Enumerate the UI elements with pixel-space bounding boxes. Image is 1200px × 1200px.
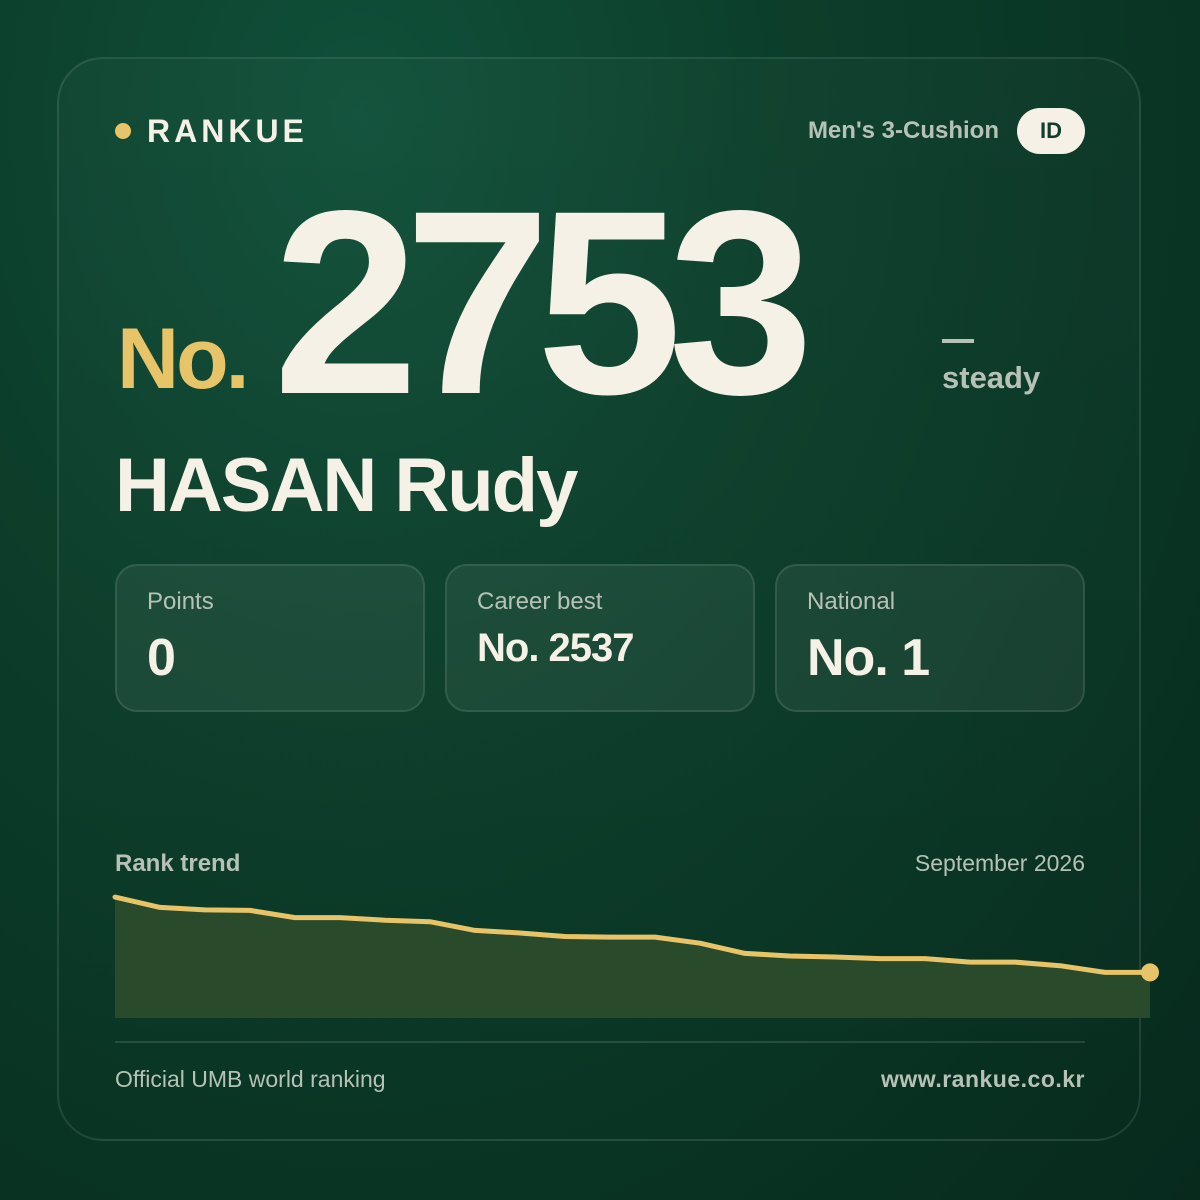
- player-name: HASAN Rudy: [115, 443, 578, 528]
- rank-trend-label: steady: [942, 360, 1041, 395]
- stat-card-national: National No. 1: [775, 564, 1085, 712]
- brand-name: RANKUE: [147, 112, 308, 149]
- stat-card-career-best: Career best No. 2537: [445, 564, 755, 712]
- stat-label: Career best: [477, 588, 603, 615]
- stats-row: Points 0 Career best No. 2537 National N…: [115, 564, 1085, 712]
- stat-label: National: [807, 588, 896, 615]
- rank-display: No. 2753 steady: [113, 172, 1093, 434]
- footer-source: Official UMB world ranking: [115, 1066, 386, 1092]
- steady-dash-icon: [942, 339, 974, 343]
- trend-header: Rank trend September 2026: [115, 850, 1085, 878]
- stat-value: No. 2537: [477, 626, 635, 670]
- header-meta: Men's 3-Cushion ID: [808, 108, 1085, 154]
- rank-prefix: No.: [117, 311, 250, 407]
- rank-number: 2753: [273, 156, 814, 449]
- brand: RANKUE: [115, 112, 308, 150]
- trend-date: September 2026: [914, 850, 1085, 876]
- trend-end-dot: [1141, 963, 1159, 982]
- stat-value: No. 1: [807, 629, 930, 687]
- trend-title: Rank trend: [115, 850, 241, 877]
- country-badge: ID: [1017, 108, 1085, 154]
- footer-url[interactable]: www.rankue.co.kr: [881, 1066, 1085, 1093]
- stat-value: 0: [147, 629, 176, 687]
- footer: Official UMB world ranking www.rankue.co…: [115, 1066, 1085, 1093]
- stat-card-points: Points 0: [115, 564, 425, 712]
- rank-trend-chart: [112, 894, 1159, 1018]
- footer-divider: [115, 1041, 1085, 1043]
- category-label: Men's 3-Cushion: [807, 117, 999, 144]
- stat-label: Points: [147, 588, 214, 615]
- brand-dot-icon: [115, 123, 131, 139]
